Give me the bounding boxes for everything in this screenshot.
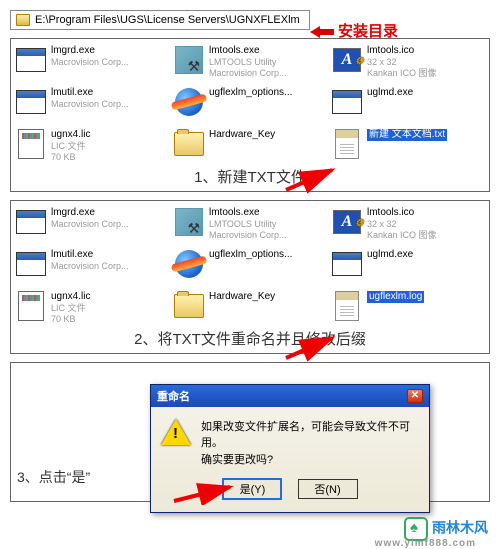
folder-icon <box>16 14 30 26</box>
dialog-title-text: 重命名 <box>157 388 190 404</box>
step3-label: 3、点击“是” <box>17 467 90 487</box>
file-new-txt[interactable]: 新建 文本文档.txt <box>331 129 485 165</box>
dialog-titlebar[interactable]: 重命名 ✕ <box>151 385 429 407</box>
exe-icon <box>16 90 46 114</box>
file-lmtools-ico[interactable]: A⚙ lmtools.ico32 x 32Kankan ICO 图像 <box>331 207 485 243</box>
lic-icon <box>18 129 44 159</box>
close-button[interactable]: ✕ <box>407 389 423 403</box>
lmtools-icon <box>175 46 203 74</box>
file-uglmd[interactable]: uglmd.exe <box>331 87 485 123</box>
step2-caption: 2、将TXT文件重命名并且修改后缀 <box>11 328 489 349</box>
globe-icon <box>175 250 203 278</box>
lic-icon <box>18 291 44 321</box>
ico-icon: A⚙ <box>333 210 361 234</box>
exe-icon <box>16 210 46 234</box>
exe-icon <box>16 252 46 276</box>
file-ugflexlm-log[interactable]: ugflexlm.log <box>331 291 485 327</box>
file-lmutil[interactable]: lmutil.exeMacrovision Corp... <box>15 249 169 285</box>
file-lmtools-exe[interactable]: lmtools.exeLMTOOLS UtilityMacrovision Co… <box>173 45 327 81</box>
file-ugflexlm-options[interactable]: ugflexlm_options... <box>173 249 327 285</box>
file-panel-1: lmgrd.exeMacrovision Corp... lmtools.exe… <box>10 38 490 192</box>
brand-url: www.ylmf888.com <box>375 538 476 549</box>
file-panel-2: lmgrd.exeMacrovision Corp... lmtools.exe… <box>10 200 490 354</box>
path-text: E:\Program Files\UGS\License Servers\UGN… <box>35 14 300 26</box>
step1-caption: 1、新建TXT文件 <box>11 166 489 187</box>
ico-icon: A⚙ <box>333 48 361 72</box>
file-lmtools-ico[interactable]: A⚙ lmtools.ico32 x 32Kankan ICO 图像 <box>331 45 485 81</box>
arrow-icon <box>310 26 334 38</box>
file-lmgrd[interactable]: lmgrd.exeMacrovision Corp... <box>15 45 169 81</box>
file-lmutil[interactable]: lmutil.exeMacrovision Corp... <box>15 87 169 123</box>
lmtools-icon <box>175 208 203 236</box>
txt-icon <box>335 129 359 159</box>
exe-icon <box>332 252 362 276</box>
file-ugflexlm-options[interactable]: ugflexlm_options... <box>173 87 327 123</box>
file-grid: lmgrd.exeMacrovision Corp... lmtools.exe… <box>15 45 485 165</box>
file-ugnx4-lic[interactable]: ugnx4.licLIC 文件70 KB <box>15 291 169 327</box>
globe-icon <box>175 88 203 116</box>
file-grid: lmgrd.exeMacrovision Corp... lmtools.exe… <box>15 207 485 327</box>
red-arrow-icon <box>170 481 240 505</box>
exe-icon <box>16 48 46 72</box>
path-bar[interactable]: E:\Program Files\UGS\License Servers\UGN… <box>10 10 310 30</box>
file-hardware-key[interactable]: Hardware_Key <box>173 291 327 327</box>
no-button[interactable]: 否(N) <box>298 479 358 499</box>
file-hardware-key[interactable]: Hardware_Key <box>173 129 327 165</box>
file-ugnx4-lic[interactable]: ugnx4.licLIC 文件70 KB <box>15 129 169 165</box>
txt-icon <box>335 291 359 321</box>
dialog-message: 如果改变文件扩展名，可能会导致文件不可用。 确实要更改吗? <box>201 419 419 469</box>
folder-icon <box>174 294 204 318</box>
file-lmtools-exe[interactable]: lmtools.exeLMTOOLS UtilityMacrovision Co… <box>173 207 327 243</box>
red-arrow-icon <box>282 334 342 362</box>
folder-icon <box>174 132 204 156</box>
warning-icon <box>161 419 191 447</box>
file-uglmd[interactable]: uglmd.exe <box>331 249 485 285</box>
brand-logo: 雨林木风 www.ylmf888.com <box>404 517 488 541</box>
file-lmgrd[interactable]: lmgrd.exeMacrovision Corp... <box>15 207 169 243</box>
red-arrow-icon <box>282 166 342 194</box>
exe-icon <box>332 90 362 114</box>
